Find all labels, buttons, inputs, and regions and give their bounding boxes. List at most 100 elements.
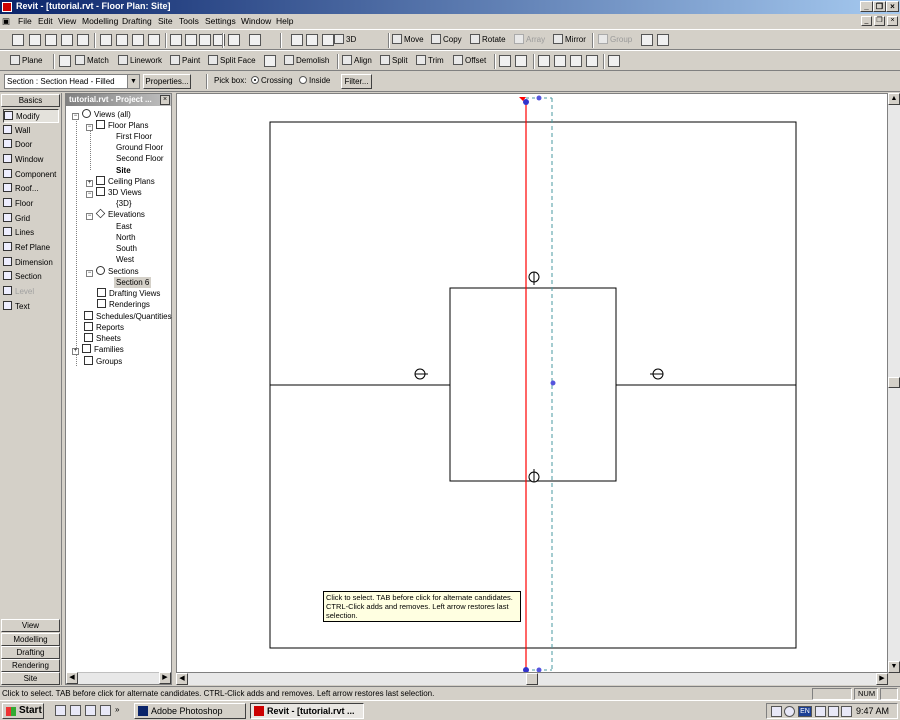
design-item-text[interactable]: Text [3,300,59,314]
design-item-dimension[interactable]: Dimension [3,256,59,270]
restore-button[interactable]: ❐ [873,1,886,12]
tree-families[interactable]: + Families [72,344,124,355]
undo-icon[interactable] [170,34,182,46]
undo-dropdown-icon[interactable] [185,34,197,46]
tree-drafting-views[interactable]: Drafting Views [97,288,160,299]
show-desktop-icon[interactable] [55,705,66,716]
redo-icon[interactable] [199,34,211,46]
browser-horizontal-scrollbar[interactable]: ◀ ▶ [66,672,171,684]
menu-tools[interactable]: Tools [179,16,199,26]
save-all-icon[interactable] [61,34,73,46]
trim-button[interactable]: Trim [416,54,444,68]
mirror-button[interactable]: Mirror [553,33,586,47]
copy-icon[interactable] [116,34,128,46]
align-button[interactable]: Align [342,54,372,68]
open-icon[interactable] [29,34,41,46]
close-icon[interactable]: × [160,95,170,105]
tab-rendering[interactable]: Rendering [1,659,60,672]
collapse-icon[interactable]: − [86,124,93,131]
menu-view[interactable]: View [58,16,76,26]
design-item-component[interactable]: Component [3,168,59,182]
tree-west[interactable]: West [116,254,134,265]
delete-icon[interactable] [148,34,160,46]
collapse-icon[interactable]: − [86,213,93,220]
move-button[interactable]: Move [392,33,424,47]
language-indicator[interactable]: EN [798,706,812,717]
tab-site[interactable]: Site [1,672,60,685]
dynamic-view-icon[interactable] [322,34,334,46]
clock[interactable]: 9:47 AM [856,704,889,719]
minimize-button[interactable]: _ [860,1,873,12]
design-item-wall[interactable]: Wall [3,124,59,138]
building-outline[interactable] [449,287,617,482]
tree-section-6[interactable]: Section 6 [114,277,152,288]
design-item-grid[interactable]: Grid [3,212,59,226]
menu-edit[interactable]: Edit [38,16,53,26]
cut-geometry-icon[interactable] [264,55,276,67]
doc-close-button[interactable]: × [887,16,898,26]
menu-file[interactable]: File [18,16,32,26]
type-selector[interactable]: Section : Section Head - Filled ▼ [4,74,140,89]
dimension-tool-icon[interactable] [59,55,71,67]
tree-views-all[interactable]: − Views (all) [72,109,131,120]
copy-monitor-icon[interactable] [554,55,566,67]
whats-this-icon[interactable] [249,34,261,46]
design-item-ref-plane[interactable]: Ref Plane [3,241,59,255]
elevation-marker-west[interactable] [414,368,428,380]
tree-ground-floor[interactable]: Ground Floor [116,142,163,153]
paint-button[interactable]: Paint [170,54,200,68]
tab-view[interactable]: View [1,619,60,632]
scroll-left-icon[interactable]: ◀ [66,672,78,684]
tree-east[interactable]: East [116,221,132,232]
cut-icon[interactable] [100,34,112,46]
section-crop-grip[interactable] [536,667,542,673]
tree-groups[interactable]: Groups [84,356,122,367]
copy-button[interactable]: Copy [431,33,462,47]
menu-help[interactable]: Help [276,16,293,26]
properties-button[interactable]: Properties... [143,74,191,89]
design-item-door[interactable]: Door [3,138,59,152]
chevron-down-icon[interactable]: ▼ [127,75,139,88]
design-item-lines[interactable]: Lines [3,226,59,240]
design-item-floor[interactable]: Floor [3,197,59,211]
vertical-scrollbar[interactable]: ▲ ▼ [888,93,900,673]
mdi-doc-icon[interactable]: ▣ [2,16,10,27]
volume-icon[interactable] [828,706,839,717]
drawing-canvas[interactable]: Click to select. TAB before click for al… [176,93,888,673]
work-plane-button[interactable]: Plane [10,54,42,68]
tree-reports[interactable]: Reports [84,322,124,333]
match-button[interactable]: Match [75,54,109,68]
elevation-marker-north[interactable] [528,271,540,285]
tree-sheets[interactable]: Sheets [84,333,121,344]
split-face-button[interactable]: Split Face [208,54,256,68]
section-end-grip[interactable] [523,99,529,105]
offset-button[interactable]: Offset [453,54,486,68]
print-icon[interactable] [77,34,89,46]
tree-sections[interactable]: − Sections [86,266,139,277]
horizontal-scroll-thumb[interactable] [526,673,538,685]
scroll-up-icon[interactable]: ▲ [888,93,900,105]
expand-icon[interactable]: + [86,180,93,187]
tree-ceiling-plans[interactable]: + Ceiling Plans [86,176,155,187]
array-button[interactable]: Array [514,33,545,47]
group-button[interactable]: Group [598,33,632,47]
split-button[interactable]: Split [380,54,408,68]
rotate-button[interactable]: Rotate [470,33,506,47]
design-item-roof[interactable]: Roof... [3,182,59,196]
menu-settings[interactable]: Settings [205,16,236,26]
join-icon[interactable] [499,55,511,67]
revit-app-icon[interactable] [2,2,12,12]
scroll-left-icon[interactable]: ◀ [176,673,188,685]
design-item-modify[interactable]: Modify [3,109,59,123]
collapse-icon[interactable]: − [86,270,93,277]
tree-3d-default[interactable]: {3D} [116,198,132,209]
tab-drafting[interactable]: Drafting [1,646,60,659]
menu-window[interactable]: Window [241,16,271,26]
outlook-icon[interactable] [85,705,96,716]
resize-icon[interactable] [570,55,582,67]
pin-icon[interactable] [608,55,620,67]
network-icon[interactable] [815,706,826,717]
save-icon[interactable] [45,34,57,46]
tab-basics[interactable]: Basics [1,94,60,107]
far-clip-grip[interactable] [550,380,556,386]
